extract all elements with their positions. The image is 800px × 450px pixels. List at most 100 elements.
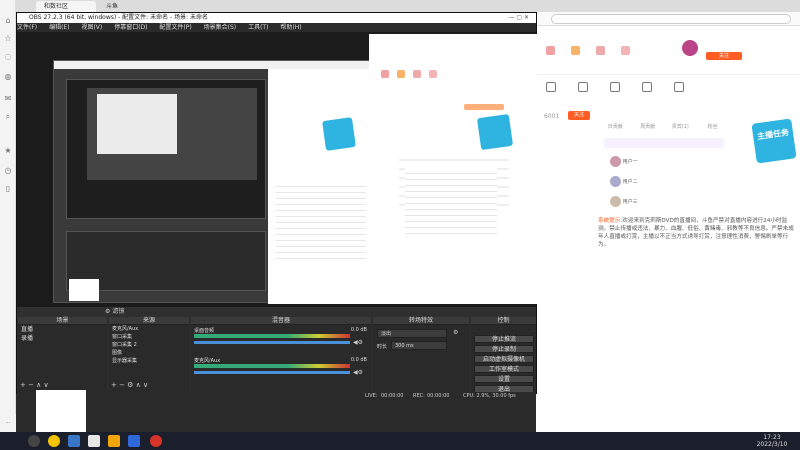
avatar[interactable]: [682, 40, 698, 56]
scenes-dock: 场景 直播 录播 + − ∧ ∨: [18, 317, 107, 392]
divider: [536, 74, 800, 75]
phone-icon[interactable]: ▯: [3, 184, 13, 194]
scene-toolbar[interactable]: + − ∧ ∨: [20, 381, 49, 389]
follow-button[interactable]: 关注: [706, 52, 742, 60]
user-row[interactable]: 用户一: [610, 156, 730, 168]
app-icon[interactable]: [150, 435, 162, 447]
sport-icon[interactable]: [642, 82, 652, 92]
app-icon[interactable]: [68, 435, 80, 447]
search-box[interactable]: [551, 14, 791, 24]
search-icon[interactable]: ⌕: [3, 112, 13, 122]
star-icon[interactable]: ★: [3, 146, 13, 156]
tab-week[interactable]: 周贡献: [633, 121, 664, 133]
obs-window: OBS 27.2.3 (64 bit, windows) - 配置文件: 未命名…: [16, 12, 537, 401]
browser-sidebar: ⌂ ☆ ◌ ◍ ✉ ⌕ ★ ◷ ▯ ≡: [0, 0, 16, 432]
speaker-icon[interactable]: ◀⚙: [353, 339, 363, 346]
app-icon[interactable]: [88, 435, 100, 447]
task-badge[interactable]: 主播任务: [751, 118, 797, 164]
menu-edit[interactable]: 编辑(E): [49, 24, 69, 31]
source-item[interactable]: 窗口采集 2: [109, 341, 189, 349]
stop-stream-button[interactable]: 停止推流: [474, 335, 534, 343]
rec-label: REC:: [413, 393, 425, 399]
virtual-camera-button[interactable]: 启动虚拟摄像机: [474, 355, 534, 363]
speaker-icon[interactable]: ◀⚙: [353, 369, 363, 376]
scene-item[interactable]: 直播: [18, 325, 107, 334]
capture-badge: [476, 113, 514, 151]
studio-mode-button[interactable]: 工作室模式: [474, 365, 534, 373]
duration-field[interactable]: 300 ms: [391, 341, 447, 350]
menu-scene-collection[interactable]: 场景集合(S): [204, 24, 237, 31]
controls-header: 控制: [471, 317, 536, 325]
source-item[interactable]: 显示器采集: [109, 357, 189, 365]
room-icon-row: [546, 46, 696, 58]
sources-header: 来源: [109, 317, 189, 325]
tab-day[interactable]: 日贡献: [600, 121, 631, 133]
volume-slider[interactable]: [194, 341, 350, 344]
capture-announce: [405, 168, 497, 238]
app-icon[interactable]: [48, 435, 60, 447]
chat-icon[interactable]: ◌: [3, 52, 13, 62]
shop-icon[interactable]: [571, 46, 580, 55]
user-name: 用户三: [622, 199, 638, 205]
transition-select[interactable]: 淡出: [377, 329, 447, 338]
music-icon[interactable]: [674, 82, 684, 92]
nested-mini-window: [69, 279, 99, 301]
menu-help[interactable]: 帮助(H): [280, 24, 301, 31]
weibo-icon[interactable]: ◍: [3, 72, 13, 82]
shield-icon[interactable]: [128, 435, 140, 447]
preview-canvas[interactable]: [17, 32, 537, 307]
settings-button[interactable]: 设置: [474, 375, 534, 383]
obs-docks: ⚙ 滤镜 场景 直播 录播 + − ∧ ∨ 来源 麦克风/Aux 窗口采集 窗口…: [17, 307, 536, 401]
nested-title: [54, 61, 372, 69]
room-follow-button[interactable]: 关注: [568, 111, 590, 120]
mail-icon[interactable]: ✉: [3, 94, 13, 104]
clock-date: 2022/3/10: [756, 441, 788, 448]
user-row[interactable]: 用户二: [610, 176, 730, 188]
menu-tools[interactable]: 工具(T): [248, 24, 268, 31]
cart-icon[interactable]: [546, 82, 556, 92]
rec-time: 00:00:00: [427, 393, 450, 399]
menu-file[interactable]: 文件(F): [17, 24, 37, 31]
gear-icon[interactable]: ⚙: [105, 308, 110, 315]
nested-text: [276, 181, 366, 261]
volume-slider[interactable]: [194, 371, 350, 374]
gift-icon[interactable]: [546, 46, 555, 55]
browser-tab-1[interactable]: 和数社区: [36, 1, 96, 12]
sidebar-more[interactable]: ⋯: [0, 414, 16, 432]
start-icon[interactable]: [28, 435, 40, 447]
source-toolbar[interactable]: + − ⚙ ∧ ∨: [111, 381, 148, 389]
history-icon[interactable]: ☆: [3, 34, 13, 44]
rank-banner[interactable]: [604, 138, 724, 148]
tab-vip[interactable]: 贵宾(1): [665, 121, 696, 133]
mixer-channel-name: 麦克风/Aux: [194, 358, 221, 364]
fans-icon[interactable]: [596, 46, 605, 55]
menu-dock[interactable]: 停靠窗口(D): [114, 24, 147, 31]
scenes-header: 场景: [18, 317, 107, 325]
announce-label: 系统提示:: [598, 218, 623, 224]
source-item[interactable]: 窗口采集: [109, 333, 189, 341]
share-icon[interactable]: [621, 46, 630, 55]
folder-icon[interactable]: [108, 435, 120, 447]
window-controls[interactable]: — ▢ ✕: [479, 15, 529, 21]
nested-obs: [66, 79, 266, 219]
tab-fans[interactable]: 粉丝: [698, 121, 729, 133]
nested-obs-window: [97, 94, 177, 154]
volume-meter: [194, 364, 350, 368]
browser-tab-2[interactable]: 斗鱼: [106, 1, 156, 12]
game-icon[interactable]: [610, 82, 620, 92]
grid-icon[interactable]: [578, 82, 588, 92]
right-capture: [369, 34, 537, 304]
user-row[interactable]: 用户三: [610, 196, 730, 208]
source-item[interactable]: 麦克风/Aux: [109, 325, 189, 333]
mixer-db: 0.0 dB: [350, 357, 367, 363]
menu-profile[interactable]: 配置文件(P): [159, 24, 191, 31]
gear-icon[interactable]: ⚙: [453, 329, 458, 336]
scene-item[interactable]: 录播: [18, 334, 107, 343]
stop-record-button[interactable]: 停止录制: [474, 345, 534, 353]
filter-button[interactable]: 滤镜: [112, 308, 124, 315]
menu-view[interactable]: 视图(V): [81, 24, 102, 31]
mixer-channel-name: 桌面音频: [194, 328, 215, 334]
home-icon[interactable]: ⌂: [3, 16, 13, 26]
clock-icon[interactable]: ◷: [3, 166, 13, 176]
source-item[interactable]: 图像: [109, 349, 189, 357]
